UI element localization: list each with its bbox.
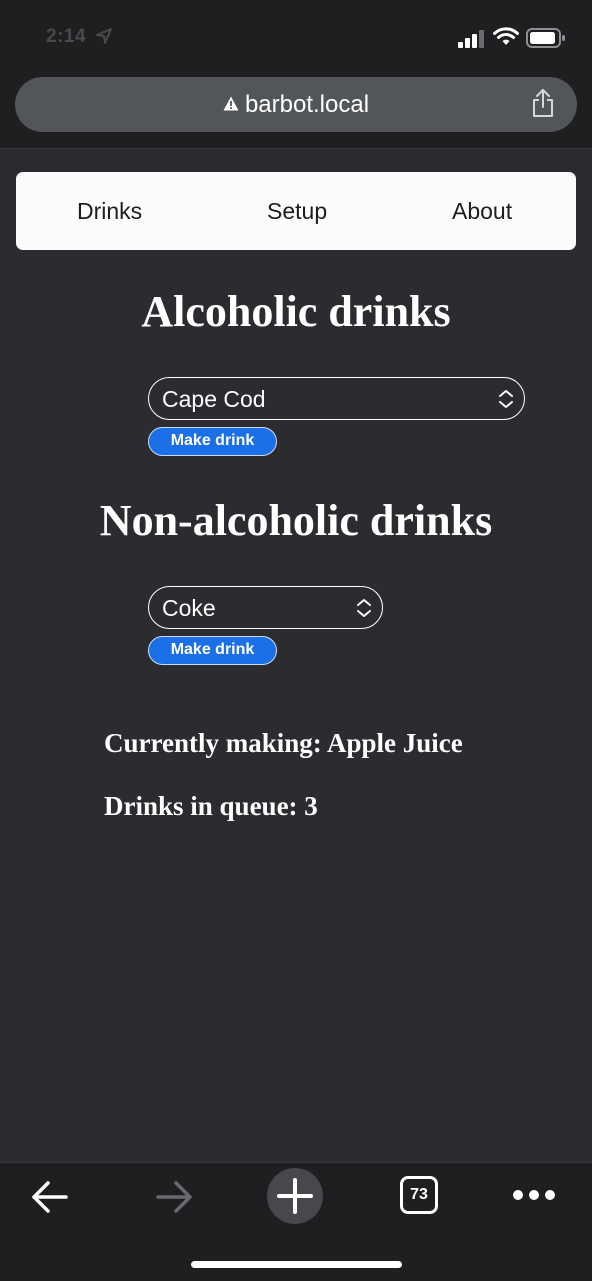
nav-about-link[interactable]: About bbox=[452, 198, 512, 225]
queue-count-status: Drinks in queue: 3 bbox=[104, 791, 318, 821]
battery-icon bbox=[526, 28, 565, 48]
chevron-updown-icon bbox=[499, 390, 513, 408]
alcoholic-heading: Alcoholic drinks bbox=[141, 287, 451, 336]
url-text: barbot.local bbox=[244, 91, 370, 118]
non-alcoholic-drink-select[interactable]: Coke bbox=[148, 586, 383, 629]
location-arrow-icon bbox=[96, 28, 112, 44]
alcoholic-selected-value: Cape Cod bbox=[162, 386, 266, 412]
make-alcoholic-drink-button[interactable]: Make drink bbox=[148, 427, 277, 456]
warning-icon bbox=[223, 96, 239, 111]
site-nav: Drinks Setup About bbox=[16, 172, 576, 250]
address-bar[interactable]: barbot.local bbox=[15, 77, 577, 132]
cellular-signal-icon bbox=[458, 30, 484, 48]
browser-top-bar: barbot.local bbox=[0, 76, 592, 149]
share-icon[interactable] bbox=[531, 88, 555, 118]
more-options-icon[interactable] bbox=[512, 1189, 556, 1201]
status-time: 2:14 bbox=[46, 26, 87, 47]
nav-setup-link[interactable]: Setup bbox=[267, 198, 327, 225]
tab-switcher-button[interactable]: 73 bbox=[400, 1176, 438, 1214]
chevron-updown-icon bbox=[357, 599, 371, 617]
browser-toolbar: 73 bbox=[0, 1162, 592, 1281]
alcoholic-drink-select[interactable]: Cape Cod bbox=[148, 377, 525, 420]
nav-drinks-link[interactable]: Drinks bbox=[77, 198, 142, 225]
currently-making-status: Currently making: Apple Juice bbox=[104, 728, 463, 758]
forward-arrow-icon[interactable] bbox=[154, 1179, 194, 1215]
back-arrow-icon[interactable] bbox=[30, 1179, 70, 1215]
non-alcoholic-heading: Non-alcoholic drinks bbox=[99, 496, 493, 545]
home-indicator bbox=[191, 1261, 402, 1268]
status-bar: 2:14 bbox=[0, 0, 592, 76]
wifi-icon bbox=[493, 27, 519, 45]
new-tab-button[interactable] bbox=[267, 1168, 323, 1224]
plus-icon bbox=[277, 1178, 313, 1214]
non-alcoholic-selected-value: Coke bbox=[162, 595, 216, 621]
make-non-alcoholic-drink-button[interactable]: Make drink bbox=[148, 636, 277, 665]
